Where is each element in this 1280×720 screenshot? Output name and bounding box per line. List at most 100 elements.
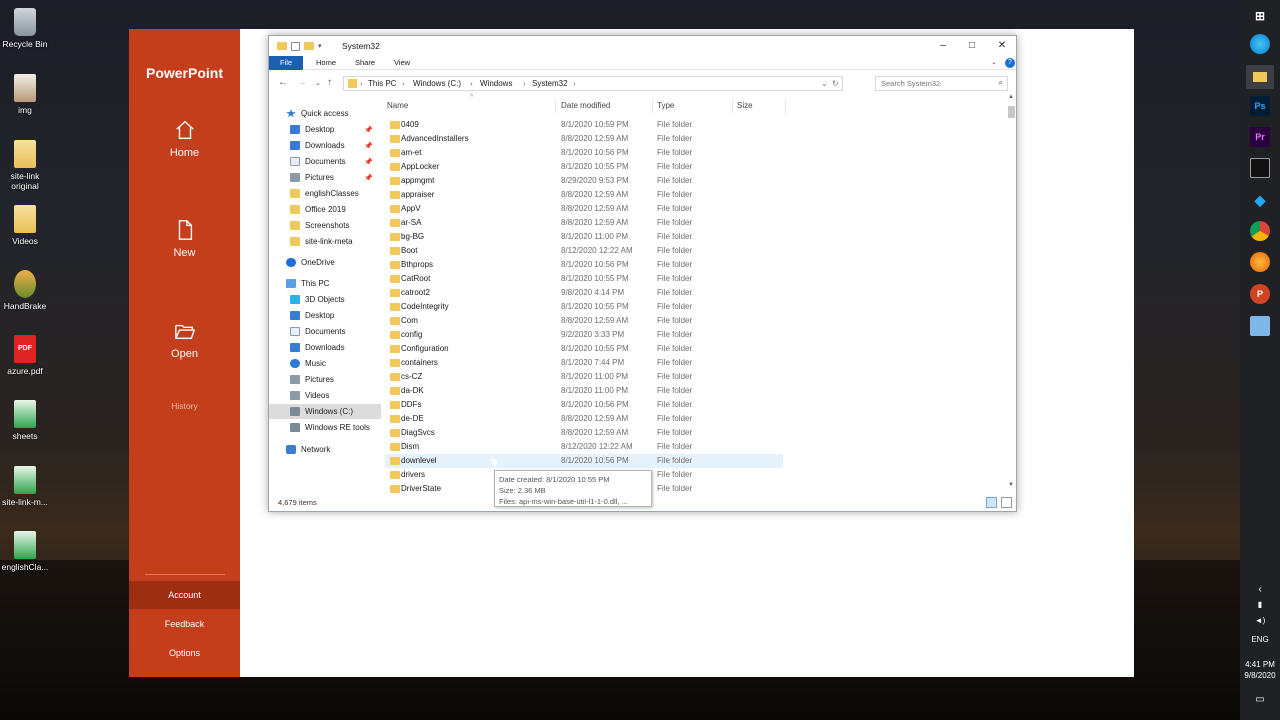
file-row[interactable]: DiagSvcs 8/8/2020 12:59 AM File folder: [385, 426, 783, 440]
nav-home[interactable]: Home: [129, 119, 240, 159]
tab-home[interactable]: Home: [309, 56, 343, 70]
nav-pc-0[interactable]: 3D Objects: [269, 292, 381, 307]
tab-file[interactable]: File: [269, 56, 303, 70]
file-row[interactable]: AdvancedInstallers 8/8/2020 12:59 AM File …: [385, 132, 783, 146]
breadcrumb-separator[interactable]: ›: [470, 79, 473, 88]
column-divider[interactable]: [555, 99, 556, 113]
nav-pc-4[interactable]: Music: [269, 356, 381, 371]
language-indicator[interactable]: ENG: [1240, 635, 1280, 645]
maximize-button[interactable]: □: [965, 39, 979, 53]
vertical-scrollbar[interactable]: ▲ ▼: [1007, 94, 1016, 490]
file-explorer-taskbar-button[interactable]: [1246, 65, 1274, 89]
file-row[interactable]: Com 8/8/2020 12:59 AM File folder: [385, 314, 783, 328]
breadcrumb-separator[interactable]: ›: [573, 79, 576, 88]
nav-pc-5[interactable]: Pictures: [269, 372, 381, 387]
desktop-icon-4[interactable]: HandBrake: [0, 270, 50, 311]
edge-icon[interactable]: [1250, 34, 1270, 54]
nav-quick-4[interactable]: englishClasses: [269, 186, 381, 201]
column-date-modified[interactable]: Date modified: [561, 101, 610, 110]
close-button[interactable]: ✕: [995, 39, 1009, 53]
minimize-button[interactable]: –: [936, 39, 950, 53]
snip-icon[interactable]: [1250, 316, 1270, 336]
file-row[interactable]: de-DE 8/8/2020 12:59 AM File folder: [385, 412, 783, 426]
file-row[interactable]: cs-CZ 8/1/2020 11:00 PM File folder: [385, 370, 783, 384]
terminal-icon[interactable]: [1250, 158, 1270, 178]
file-row[interactable]: downlevel 8/1/2020 10:56 PM File folder: [385, 454, 783, 468]
nav-quick-6[interactable]: Screenshots: [269, 218, 381, 233]
file-row[interactable]: bg-BG 8/1/2020 11:00 PM File folder: [385, 230, 783, 244]
file-row[interactable]: da-DK 8/1/2020 11:00 PM File folder: [385, 384, 783, 398]
file-row[interactable]: CodeIntegrity 8/1/2020 10:55 PM File folde…: [385, 300, 783, 314]
history-label[interactable]: History: [129, 401, 240, 411]
microphone-icon[interactable]: ▮: [1240, 600, 1280, 610]
breadcrumb-separator[interactable]: ›: [402, 79, 405, 88]
column-type[interactable]: Type: [657, 101, 674, 110]
tab-share[interactable]: Share: [348, 56, 382, 70]
ribbon-expand-chevron-icon[interactable]: ⌄: [991, 58, 997, 66]
file-row[interactable]: AppLocker 8/1/2020 10:55 PM File folder: [385, 160, 783, 174]
file-row[interactable]: appmgmt 8/29/2020 9:53 PM File folder: [385, 174, 783, 188]
back-arrow-icon[interactable]: ←: [278, 77, 288, 88]
nav-quick-0[interactable]: Desktop 📌: [269, 122, 381, 137]
file-row[interactable]: CatRoot 8/1/2020 10:55 PM File folder: [385, 272, 783, 286]
nav-this-pc[interactable]: This PC: [269, 276, 381, 291]
desktop-icon-0[interactable]: Recycle Bin: [0, 8, 50, 49]
desktop-icon-1[interactable]: img: [0, 74, 50, 115]
file-row[interactable]: Boot 8/12/2020 12:22 AM File folder: [385, 244, 783, 258]
nav-feedback[interactable]: Feedback: [129, 610, 240, 638]
file-row[interactable]: AppV 8/8/2020 12:59 AM File folder: [385, 202, 783, 216]
nav-pc-2[interactable]: Documents: [269, 324, 381, 339]
notification-icon[interactable]: ▭: [1240, 695, 1280, 705]
file-row[interactable]: containers 8/1/2020 7:44 PM File folder: [385, 356, 783, 370]
breadcrumb-separator[interactable]: ›: [360, 79, 363, 88]
column-divider[interactable]: [785, 99, 786, 113]
search-box[interactable]: ⌕: [875, 76, 1008, 91]
nav-options[interactable]: Options: [129, 639, 240, 667]
clock-time[interactable]: 4:41 PM: [1240, 660, 1280, 670]
file-row[interactable]: 0409 8/1/2020 10:59 PM File folder: [385, 118, 783, 132]
nav-pc-6[interactable]: Videos: [269, 388, 381, 403]
nav-account[interactable]: Account: [129, 581, 240, 609]
file-row[interactable]: catroot2 9/8/2020 4:14 PM File folder: [385, 286, 783, 300]
show-hidden-icons-chevron-icon[interactable]: ‹: [1240, 585, 1280, 595]
chrome-icon[interactable]: [1250, 221, 1270, 241]
desktop-icon-7[interactable]: site-link-m...: [0, 466, 50, 507]
file-row[interactable]: appraiser 8/8/2020 12:59 AM File folder: [385, 188, 783, 202]
new-folder-icon[interactable]: [304, 42, 314, 50]
breadcrumb-windows-c[interactable]: Windows (C:): [413, 79, 461, 88]
large-icons-view-icon[interactable]: [1001, 497, 1012, 508]
nav-pc-1[interactable]: Desktop: [269, 308, 381, 323]
forward-arrow-icon[interactable]: →: [297, 77, 307, 88]
file-row[interactable]: DDFs 8/1/2020 10:56 PM File folder: [385, 398, 783, 412]
column-divider[interactable]: [652, 99, 653, 113]
powerpoint-icon[interactable]: P: [1250, 284, 1270, 304]
address-bar[interactable]: › This PC › Windows (C:) › Windows › Sys…: [343, 76, 843, 91]
column-name[interactable]: Name: [387, 101, 408, 110]
nav-open[interactable]: Open: [129, 320, 240, 360]
photoshop-icon[interactable]: Ps: [1250, 96, 1270, 116]
refresh-icon[interactable]: ↻: [832, 79, 839, 88]
breadcrumb-windows[interactable]: Windows: [480, 79, 512, 88]
desktop-icon-5[interactable]: PDF azure.pdf: [0, 335, 50, 376]
file-row[interactable]: Bthprops 8/1/2020 10:56 PM File folder: [385, 258, 783, 272]
nav-quick-3[interactable]: Pictures 📌: [269, 170, 381, 185]
clock-date[interactable]: 9/8/2020: [1240, 671, 1280, 681]
help-icon[interactable]: ?: [1005, 58, 1015, 68]
customize-toolbar-chevron-icon[interactable]: ▾: [318, 42, 322, 50]
recent-locations-chevron-icon[interactable]: ⌄: [315, 79, 321, 87]
windows-start-icon[interactable]: ⊞: [1250, 6, 1270, 26]
nav-pc-7[interactable]: Windows (C:): [269, 404, 381, 419]
search-input[interactable]: [876, 77, 988, 90]
file-row[interactable]: config 9/2/2020 3:33 PM File folder: [385, 328, 783, 342]
nav-quick-1[interactable]: Downloads 📌: [269, 138, 381, 153]
desktop-icon-6[interactable]: sheets: [0, 400, 50, 441]
vscode-icon[interactable]: ◆: [1250, 190, 1270, 210]
breadcrumb-system32[interactable]: System32: [532, 79, 568, 88]
volume-icon[interactable]: ◄): [1240, 616, 1280, 626]
nav-onedrive[interactable]: OneDrive: [269, 255, 381, 270]
nav-quick-2[interactable]: Documents 📌: [269, 154, 381, 169]
tab-view[interactable]: View: [386, 56, 418, 70]
column-divider[interactable]: [732, 99, 733, 113]
address-dropdown-chevron-icon[interactable]: ⌄: [821, 79, 828, 88]
nav-quick-7[interactable]: site-link-meta: [269, 234, 381, 249]
